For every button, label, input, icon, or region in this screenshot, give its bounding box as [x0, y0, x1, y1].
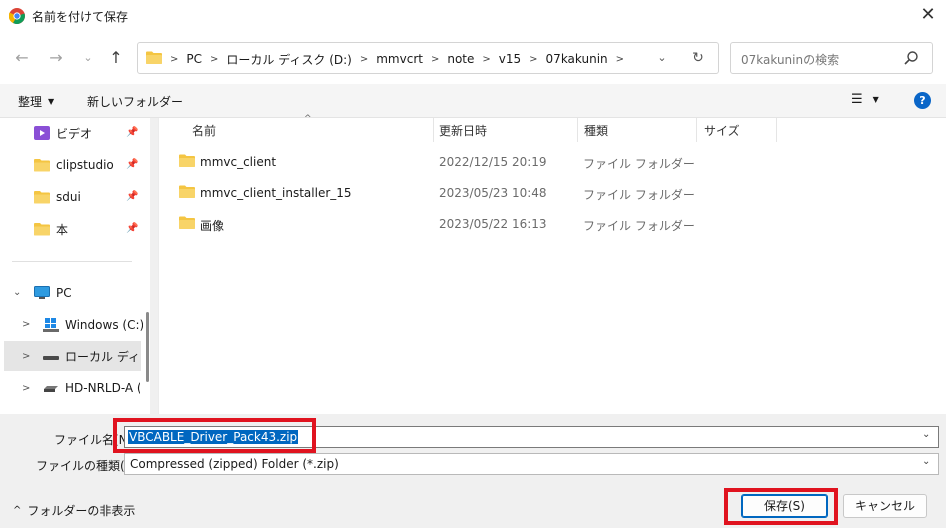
filetype-value: Compressed (zipped) Folder (*.zip) — [130, 457, 339, 471]
column-header-date[interactable]: 更新日時 — [439, 122, 487, 139]
folder-icon — [179, 185, 195, 198]
file-date: 2022/12/15 20:19 — [439, 155, 547, 169]
sidebar-item-label: PC — [56, 286, 72, 300]
sidebar-item-label: sdui — [56, 190, 81, 204]
sidebar-item-pc[interactable]: PC — [34, 278, 174, 308]
folder-icon — [179, 216, 195, 229]
close-button[interactable]: ✕ — [914, 4, 942, 28]
new-folder-button[interactable]: 新しいフォルダー — [87, 93, 183, 110]
sidebar-item-windows-c[interactable]: Windows (C:) — [43, 310, 143, 340]
file-type: ファイル フォルダー — [583, 157, 695, 171]
file-date: 2023/05/22 16:13 — [439, 217, 547, 231]
title-bar — [0, 0, 946, 32]
column-divider[interactable] — [776, 118, 777, 142]
sidebar-item-sdui[interactable]: sdui — [34, 182, 174, 212]
chevron-up-icon: ^ — [13, 505, 22, 516]
sidebar-item-book[interactable]: 本 — [34, 214, 174, 244]
file-date: 2023/05/23 10:48 — [439, 186, 547, 200]
pin-icon[interactable]: 📌 — [126, 191, 138, 202]
sidebar-item-local-disk[interactable]: ローカル ディスク — [43, 341, 140, 371]
breadcrumb-item-pc[interactable]: PC — [180, 52, 208, 66]
chevron-right-icon[interactable]: > — [22, 351, 30, 362]
video-folder-icon — [34, 126, 50, 140]
up-arrow-icon[interactable]: ↑ — [104, 46, 128, 70]
chevron-right-icon[interactable]: > — [22, 383, 30, 394]
breadcrumb: > PC > ローカル ディスク (D:) > mmvcrt > note > … — [168, 51, 626, 67]
column-header-size[interactable]: サイズ — [704, 122, 740, 139]
organize-label: 整理 — [18, 95, 43, 109]
file-type: ファイル フォルダー — [583, 188, 695, 202]
view-options-button[interactable]: ☰ ▼ — [851, 92, 879, 107]
chevron-right-icon[interactable]: > — [480, 54, 492, 65]
column-header-type[interactable]: 種類 — [584, 122, 608, 139]
breadcrumb-item-note[interactable]: note — [441, 52, 480, 66]
sidebar-item-video[interactable]: ビデオ — [34, 118, 174, 148]
sidebar-item-clipstudio[interactable]: clipstudio — [34, 150, 174, 180]
chevron-right-icon[interactable]: > — [208, 54, 220, 65]
highlight-box-filename — [113, 418, 316, 453]
chrome-icon — [9, 8, 25, 24]
chevron-down-icon[interactable]: ⌄ — [13, 287, 21, 298]
folder-icon — [179, 154, 195, 167]
column-header-name[interactable]: 名前 — [192, 122, 216, 139]
highlight-box-save — [724, 488, 838, 525]
sidebar-item-label: HD-NRLD-A ( — [65, 381, 140, 395]
sidebar-item-label: ローカル ディスク — [65, 349, 140, 364]
folder-icon — [146, 51, 162, 64]
scrollbar[interactable] — [146, 312, 149, 382]
chevron-right-icon[interactable]: > — [358, 54, 370, 65]
list-view-icon: ☰ — [851, 92, 863, 107]
column-divider[interactable] — [433, 118, 434, 142]
file-name[interactable]: 画像 — [200, 217, 224, 234]
dropdown-triangle-icon: ▼ — [48, 97, 55, 106]
search-placeholder: 07kakuninの検索 — [741, 53, 840, 67]
chevron-right-icon[interactable]: > — [22, 319, 30, 330]
folder-icon — [34, 191, 50, 204]
chevron-right-icon[interactable]: > — [614, 54, 626, 65]
breadcrumb-item-mmvcrt[interactable]: mmvcrt — [370, 52, 429, 66]
sidebar-item-hd-nrld[interactable]: HD-NRLD-A ( — [43, 373, 140, 403]
refresh-icon[interactable]: ↻ — [688, 48, 708, 68]
chevron-right-icon[interactable]: > — [527, 54, 539, 65]
back-arrow-icon[interactable]: ← — [10, 46, 34, 70]
sidebar-item-label: 本 — [56, 222, 69, 237]
windows-drive-icon — [43, 318, 59, 332]
window-title: 名前を付けて保存 — [32, 10, 129, 24]
pin-icon[interactable]: 📌 — [126, 159, 138, 170]
file-type: ファイル フォルダー — [583, 219, 695, 233]
disk-drive-icon — [43, 356, 59, 360]
breadcrumb-item-07kakunin[interactable]: 07kakunin — [540, 52, 614, 66]
column-divider[interactable] — [577, 118, 578, 142]
dropdown-triangle-icon: ▼ — [872, 95, 879, 104]
chevron-down-icon[interactable]: ⌄ — [922, 429, 930, 440]
pc-icon — [34, 286, 50, 299]
column-divider[interactable] — [696, 118, 697, 142]
folder-icon — [34, 223, 50, 236]
chevron-right-icon[interactable]: > — [429, 54, 441, 65]
search-icon[interactable] — [903, 50, 919, 66]
pin-icon[interactable]: 📌 — [126, 127, 138, 138]
sidebar-item-label: ビデオ — [56, 126, 93, 141]
forward-arrow-icon[interactable]: → — [44, 46, 68, 70]
file-name[interactable]: mmvc_client_installer_15 — [200, 186, 352, 200]
hide-folders-label: フォルダーの非表示 — [27, 504, 136, 518]
cancel-button[interactable]: キャンセル — [843, 494, 927, 518]
pin-icon[interactable]: 📌 — [126, 223, 138, 234]
chevron-down-icon[interactable]: ⌄ — [652, 49, 672, 67]
external-drive-icon — [44, 386, 58, 392]
hide-folders-button[interactable]: ^ フォルダーの非表示 — [13, 502, 135, 519]
recent-locations-chevron-icon[interactable]: ⌄ — [76, 46, 100, 70]
breadcrumb-item-v15[interactable]: v15 — [493, 52, 527, 66]
breadcrumb-item-local-disk[interactable]: ローカル ディスク (D:) — [220, 51, 357, 68]
sort-ascending-icon: ^ — [304, 114, 312, 124]
help-icon[interactable]: ? — [914, 92, 931, 109]
divider — [12, 261, 132, 262]
chevron-down-icon[interactable]: ⌄ — [922, 456, 930, 467]
folder-icon — [34, 159, 50, 172]
organize-button[interactable]: 整理 ▼ — [18, 93, 54, 110]
sidebar-item-label: clipstudio — [56, 158, 114, 172]
chevron-right-icon: > — [170, 53, 179, 65]
sidebar-item-label: Windows (C:) — [65, 318, 143, 332]
file-name[interactable]: mmvc_client — [200, 155, 276, 169]
